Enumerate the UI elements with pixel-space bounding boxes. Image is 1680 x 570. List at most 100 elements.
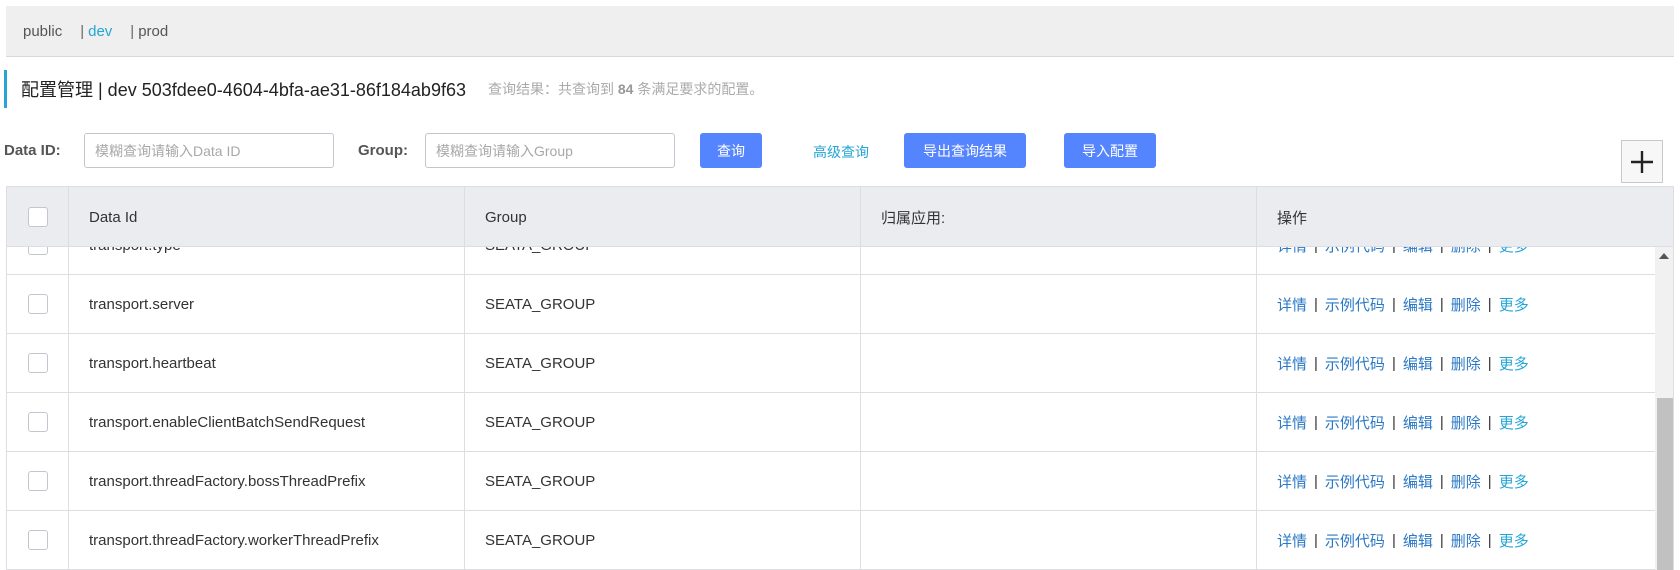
row-checkbox[interactable] bbox=[27, 294, 48, 314]
add-config-button[interactable] bbox=[1621, 140, 1663, 183]
action-separator: | bbox=[1439, 295, 1444, 313]
action-separator: | bbox=[1487, 295, 1492, 313]
action-delete-link[interactable]: 删除 bbox=[1451, 294, 1481, 315]
action-detail-link[interactable]: 详情 bbox=[1277, 412, 1307, 433]
data-id-label: Data ID: bbox=[4, 142, 61, 159]
advanced-query-link[interactable]: 高级查询 bbox=[813, 142, 869, 162]
cell-actions: 详情 | 示例代码 | 编辑 | 删除 | 更多 bbox=[1257, 452, 1655, 510]
result-count: 84 bbox=[617, 81, 634, 97]
action-edit-link[interactable]: 编辑 bbox=[1403, 247, 1433, 256]
action-sample-code-link[interactable]: 示例代码 bbox=[1325, 294, 1385, 315]
row-checkbox-cell bbox=[7, 452, 69, 510]
action-separator: | bbox=[1439, 472, 1444, 490]
table-row: transport.server SEATA_GROUP 详情 | 示例代码 | 编辑 |… bbox=[7, 275, 1655, 334]
row-checkbox[interactable] bbox=[27, 353, 48, 373]
table-body: transport.type SEATA_GROUP 详情 | 示例代码 | 编辑 | 删除… bbox=[7, 247, 1655, 570]
namespace-public[interactable]: public bbox=[23, 23, 62, 40]
row-checkbox-cell bbox=[7, 393, 69, 451]
import-button[interactable]: 导入配置 bbox=[1064, 133, 1156, 168]
action-separator: | bbox=[1391, 295, 1396, 313]
row-checkbox[interactable] bbox=[27, 471, 48, 491]
row-checkbox[interactable] bbox=[27, 412, 48, 432]
action-edit-link[interactable]: 编辑 bbox=[1403, 353, 1433, 374]
cell-data-id: transport.server bbox=[69, 275, 465, 333]
action-delete-link[interactable]: 删除 bbox=[1451, 247, 1481, 256]
search-bar: Data ID: Group: 查询 高级查询 导出查询结果 导入配置 bbox=[4, 133, 1674, 169]
action-detail-link[interactable]: 详情 bbox=[1277, 471, 1307, 492]
action-delete-link[interactable]: 删除 bbox=[1451, 530, 1481, 551]
action-separator: | bbox=[1314, 295, 1318, 313]
action-separator: | bbox=[1314, 354, 1318, 372]
table-row: transport.enableClientBatchSendRequest S… bbox=[7, 393, 1655, 452]
action-separator: | bbox=[1488, 247, 1492, 254]
action-separator: | bbox=[1314, 531, 1318, 549]
scrollbar-thumb[interactable] bbox=[1657, 398, 1673, 570]
action-more-link[interactable]: 更多 bbox=[1499, 247, 1529, 256]
action-delete-link[interactable]: 删除 bbox=[1451, 353, 1481, 374]
action-separator: | bbox=[1391, 354, 1396, 372]
group-input[interactable] bbox=[425, 133, 675, 168]
result-suffix: 条满足要求的配置。 bbox=[637, 81, 764, 97]
action-more-link[interactable]: 更多 bbox=[1499, 294, 1529, 315]
action-separator: | bbox=[1439, 531, 1444, 549]
action-separator: | bbox=[1314, 247, 1318, 254]
action-detail-link[interactable]: 详情 bbox=[1277, 294, 1307, 315]
namespace-dev[interactable]: dev bbox=[88, 23, 112, 40]
cell-data-id: transport.threadFactory.workerThreadPref… bbox=[69, 511, 465, 569]
action-separator: | bbox=[1314, 413, 1318, 431]
namespace-bar: public | dev | prod bbox=[6, 6, 1674, 57]
table-rows: transport.type SEATA_GROUP 详情 | 示例代码 | 编辑 | 删除… bbox=[7, 247, 1655, 570]
column-header-app[interactable]: 归属应用: bbox=[861, 187, 1257, 247]
cell-actions: 详情 | 示例代码 | 编辑 | 删除 | 更多 bbox=[1257, 393, 1655, 451]
action-sample-code-link[interactable]: 示例代码 bbox=[1325, 353, 1385, 374]
cell-group: SEATA_GROUP bbox=[465, 247, 861, 274]
action-separator: | bbox=[1391, 413, 1396, 431]
action-separator: | bbox=[1392, 247, 1396, 254]
action-more-link[interactable]: 更多 bbox=[1499, 412, 1529, 433]
action-detail-link[interactable]: 详情 bbox=[1277, 530, 1307, 551]
namespace-prod[interactable]: prod bbox=[138, 23, 168, 40]
cell-data-id: transport.enableClientBatchSendRequest bbox=[69, 393, 465, 451]
action-separator: | bbox=[1440, 247, 1444, 254]
action-edit-link[interactable]: 编辑 bbox=[1403, 294, 1433, 315]
action-sample-code-link[interactable]: 示例代码 bbox=[1325, 412, 1385, 433]
action-sample-code-link[interactable]: 示例代码 bbox=[1325, 530, 1385, 551]
data-id-input[interactable] bbox=[84, 133, 334, 168]
cell-app bbox=[861, 393, 1257, 451]
action-separator: | bbox=[1391, 472, 1396, 490]
table-header: Data Id Group 归属应用: 操作 bbox=[7, 187, 1673, 247]
action-separator: | bbox=[1439, 413, 1444, 431]
action-more-link[interactable]: 更多 bbox=[1499, 530, 1529, 551]
row-checkbox[interactable] bbox=[27, 247, 48, 255]
action-delete-link[interactable]: 删除 bbox=[1451, 412, 1481, 433]
action-separator: | bbox=[1487, 354, 1492, 372]
cell-app bbox=[861, 452, 1257, 510]
column-header-data-id[interactable]: Data Id bbox=[69, 187, 465, 247]
action-edit-link[interactable]: 编辑 bbox=[1403, 471, 1433, 492]
row-checkbox-cell bbox=[7, 511, 69, 569]
action-sample-code-link[interactable]: 示例代码 bbox=[1325, 247, 1385, 256]
table-scrollbar[interactable] bbox=[1655, 247, 1673, 570]
action-sample-code-link[interactable]: 示例代码 bbox=[1325, 471, 1385, 492]
cell-actions: 详情 | 示例代码 | 编辑 | 删除 | 更多 bbox=[1257, 334, 1655, 392]
query-button[interactable]: 查询 bbox=[700, 133, 762, 168]
action-edit-link[interactable]: 编辑 bbox=[1403, 412, 1433, 433]
action-edit-link[interactable]: 编辑 bbox=[1403, 530, 1433, 551]
table-row: transport.threadFactory.workerThreadPref… bbox=[7, 511, 1655, 570]
cell-app bbox=[861, 275, 1257, 333]
scroll-up-arrow-icon[interactable] bbox=[1659, 253, 1669, 259]
export-button[interactable]: 导出查询结果 bbox=[904, 133, 1026, 168]
action-more-link[interactable]: 更多 bbox=[1499, 471, 1529, 492]
row-checkbox[interactable] bbox=[27, 530, 48, 550]
page-title: 配置管理 | dev 503fdee0-4604-4bfa-ae31-86f18… bbox=[21, 80, 466, 100]
action-detail-link[interactable]: 详情 bbox=[1277, 247, 1307, 256]
action-separator: | bbox=[1487, 472, 1492, 490]
action-delete-link[interactable]: 删除 bbox=[1451, 471, 1481, 492]
column-header-group[interactable]: Group bbox=[465, 187, 861, 247]
row-checkbox-cell bbox=[7, 247, 69, 274]
select-all-checkbox[interactable] bbox=[27, 207, 48, 227]
action-detail-link[interactable]: 详情 bbox=[1277, 353, 1307, 374]
action-more-link[interactable]: 更多 bbox=[1499, 353, 1529, 374]
table-row: transport.type SEATA_GROUP 详情 | 示例代码 | 编辑 | 删除… bbox=[7, 247, 1655, 275]
column-header-actions: 操作 bbox=[1277, 209, 1308, 227]
